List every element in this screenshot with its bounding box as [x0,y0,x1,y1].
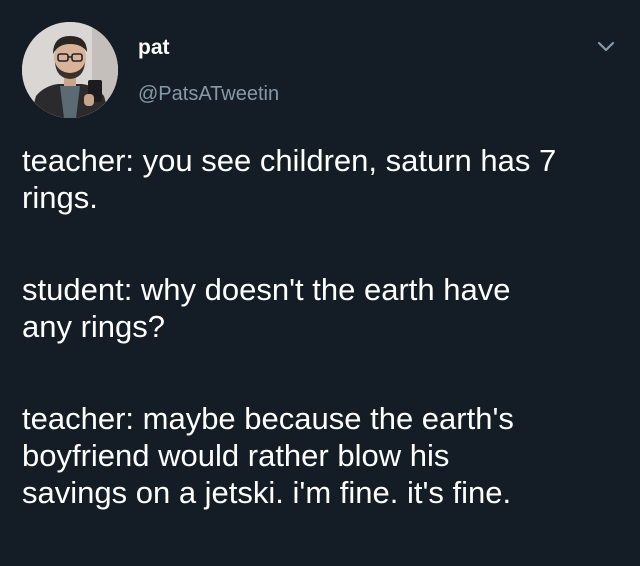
tweet-paragraph: teacher: maybe because the earth's boyfr… [22,400,622,511]
tweet-line: teacher: maybe because the earth's [22,401,514,436]
avatar[interactable] [22,22,118,118]
tweet-line: savings on a jetski. i'm fine. it's fine… [22,475,512,510]
avatar-photo [22,22,118,118]
tweet-paragraph: teacher: you see children, saturn has 7 … [22,142,622,216]
author-name[interactable]: pat [138,36,170,60]
tweet-line: teacher: you see children, saturn has 7 [22,143,557,178]
tweet-paragraph: student: why doesn't the earth have any … [22,271,622,345]
tweet-line: boyfriend would rather blow his [22,438,450,473]
tweet-text: teacher: you see children, saturn has 7 … [22,142,622,566]
chevron-down-icon[interactable] [594,38,618,56]
tweet-line: any rings? [22,309,166,344]
author-handle[interactable]: @PatsATweetin [138,82,279,106]
tweet-card: pat @PatsATweetin teacher: you see child… [0,0,640,547]
tweet-line: rings. [22,180,98,215]
tweet-line: student: why doesn't the earth have [22,272,511,307]
